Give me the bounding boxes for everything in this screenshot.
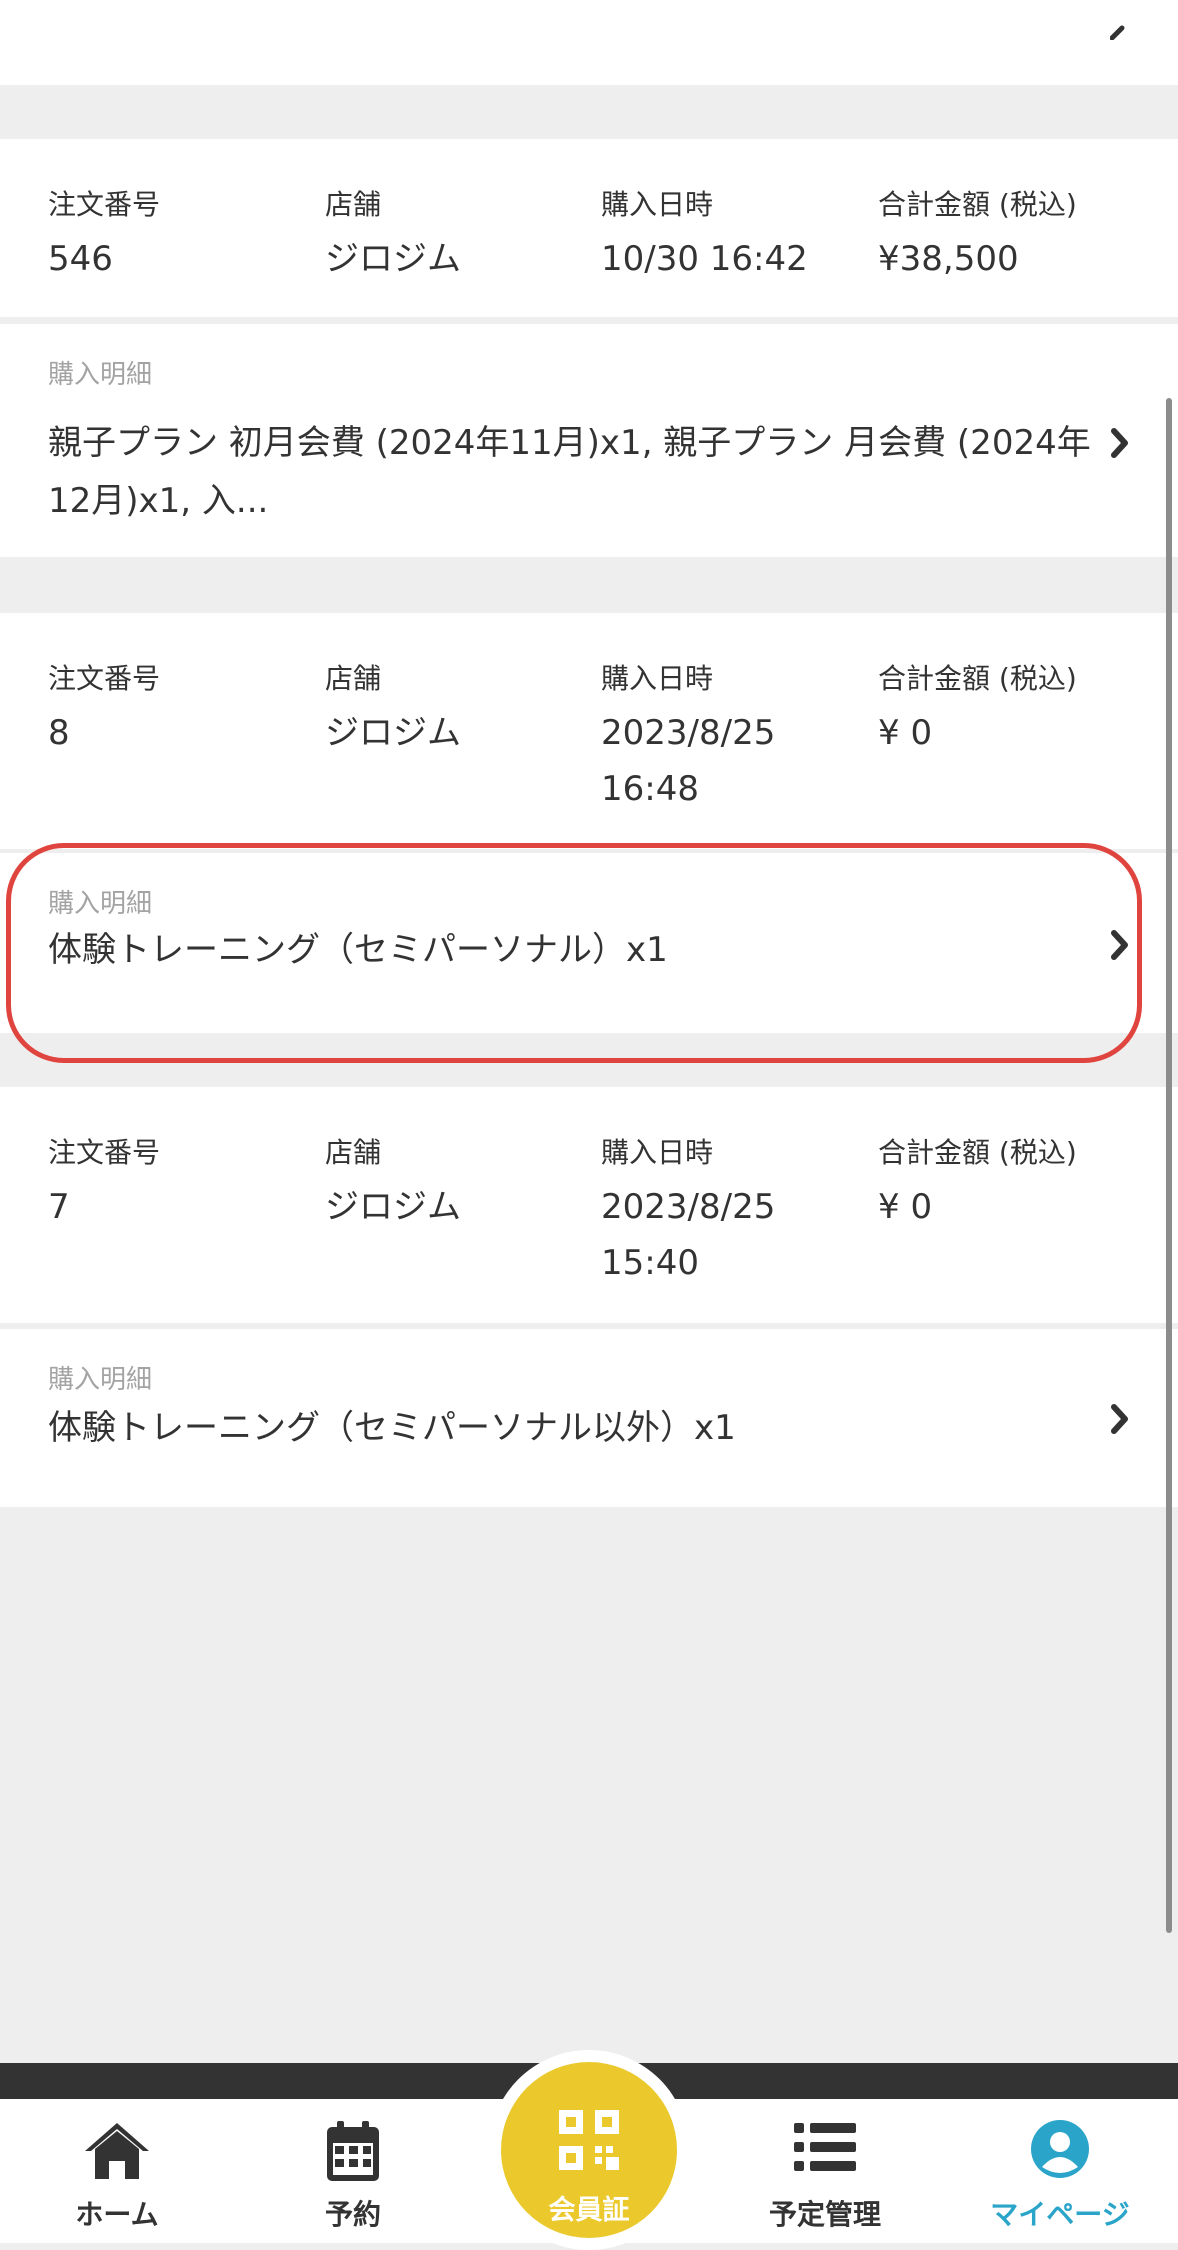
order-summary-7: 注文番号 店舗 購入日時 合計金額 (税込) 7 ジロジム 2023/8/25 …: [0, 1087, 1178, 1323]
nav-schedule-label: 予定管理: [768, 2198, 881, 2231]
user-icon: [1031, 2120, 1089, 2178]
purchase-date-value: 2023/8/25 16:48: [601, 713, 776, 809]
scrollbar[interactable]: [1166, 398, 1172, 1933]
order-number-label: 注文番号: [48, 662, 161, 695]
nav-mypage[interactable]: マイページ: [960, 2099, 1160, 2243]
store-label: 店舗: [325, 662, 382, 695]
order-summary-546: 注文番号 店舗 購入日時 合計金額 (税込) 546 ジロジム 10/30 16…: [0, 139, 1178, 317]
order-number-value: 7: [48, 1187, 70, 1227]
member-card-label: 会員証: [548, 2195, 630, 2226]
list-icon: [794, 2123, 856, 2171]
member-card-button[interactable]: 会員証: [489, 2050, 689, 2250]
order-detail-7[interactable]: 購入明細 体験トレーニング（セミパーソナル以外）x1: [0, 1329, 1178, 1507]
purchase-date-label: 購入日時: [601, 662, 714, 695]
total-value: ¥ 0: [878, 1187, 933, 1227]
qr-code-icon: [559, 2110, 619, 2170]
detail-label: 購入明細: [48, 360, 153, 390]
nav-mypage-label: マイページ: [990, 2198, 1130, 2231]
purchase-date-label: 購入日時: [601, 188, 714, 221]
store-label: 店舗: [325, 188, 382, 221]
member-card-button-face: 会員証: [501, 2062, 677, 2238]
detail-text: 体験トレーニング（セミパーソナル以外）x1: [48, 1408, 736, 1448]
nav-reserve-label: 予約: [324, 2198, 381, 2231]
store-value: ジロジム: [325, 239, 461, 279]
purchase-date-value: 2023/8/25 15:40: [601, 1187, 776, 1283]
total-value: ¥ 0: [878, 713, 933, 753]
order-number-value: 546: [48, 239, 113, 279]
calendar-icon: [327, 2121, 379, 2181]
total-label: 合計金額 (税込): [878, 1136, 1077, 1169]
chevron-right-icon[interactable]: [1110, 1403, 1130, 1435]
nav-schedule[interactable]: 予定管理: [725, 2099, 925, 2243]
store-value: ジロジム: [325, 1187, 461, 1227]
order-number-label: 注文番号: [48, 188, 161, 221]
total-label: 合計金額 (税込): [878, 662, 1077, 695]
purchase-date-value: 10/30 16:42: [601, 239, 808, 279]
order-number-label: 注文番号: [48, 1136, 161, 1169]
detail-text: 親子プラン 初月会費 (2024年11月)x1, 親子プラン 月会費 (2024…: [48, 423, 1091, 521]
order-detail-546[interactable]: 購入明細 親子プラン 初月会費 (2024年11月)x1, 親子プラン 月会費 …: [0, 324, 1178, 557]
purchase-date-label: 購入日時: [601, 1136, 714, 1169]
nav-reserve[interactable]: 予約: [253, 2099, 453, 2243]
highlight-annotation: [6, 843, 1142, 1063]
previous-order-card: [0, 0, 1178, 85]
nav-home[interactable]: ホーム: [17, 2099, 217, 2243]
total-label: 合計金額 (税込): [878, 188, 1077, 221]
store-label: 店舗: [325, 1136, 382, 1169]
chevron-icon: [1110, 25, 1125, 40]
store-value: ジロジム: [325, 713, 461, 753]
total-value: ¥38,500: [878, 239, 1019, 279]
home-icon: [85, 2123, 149, 2179]
nav-home-label: ホーム: [75, 2198, 159, 2231]
detail-label: 購入明細: [48, 1365, 153, 1395]
chevron-right-icon[interactable]: [1110, 427, 1130, 459]
order-number-value: 8: [48, 713, 70, 753]
order-summary-8: 注文番号 店舗 購入日時 合計金額 (税込) 8 ジロジム 2023/8/25 …: [0, 613, 1178, 849]
